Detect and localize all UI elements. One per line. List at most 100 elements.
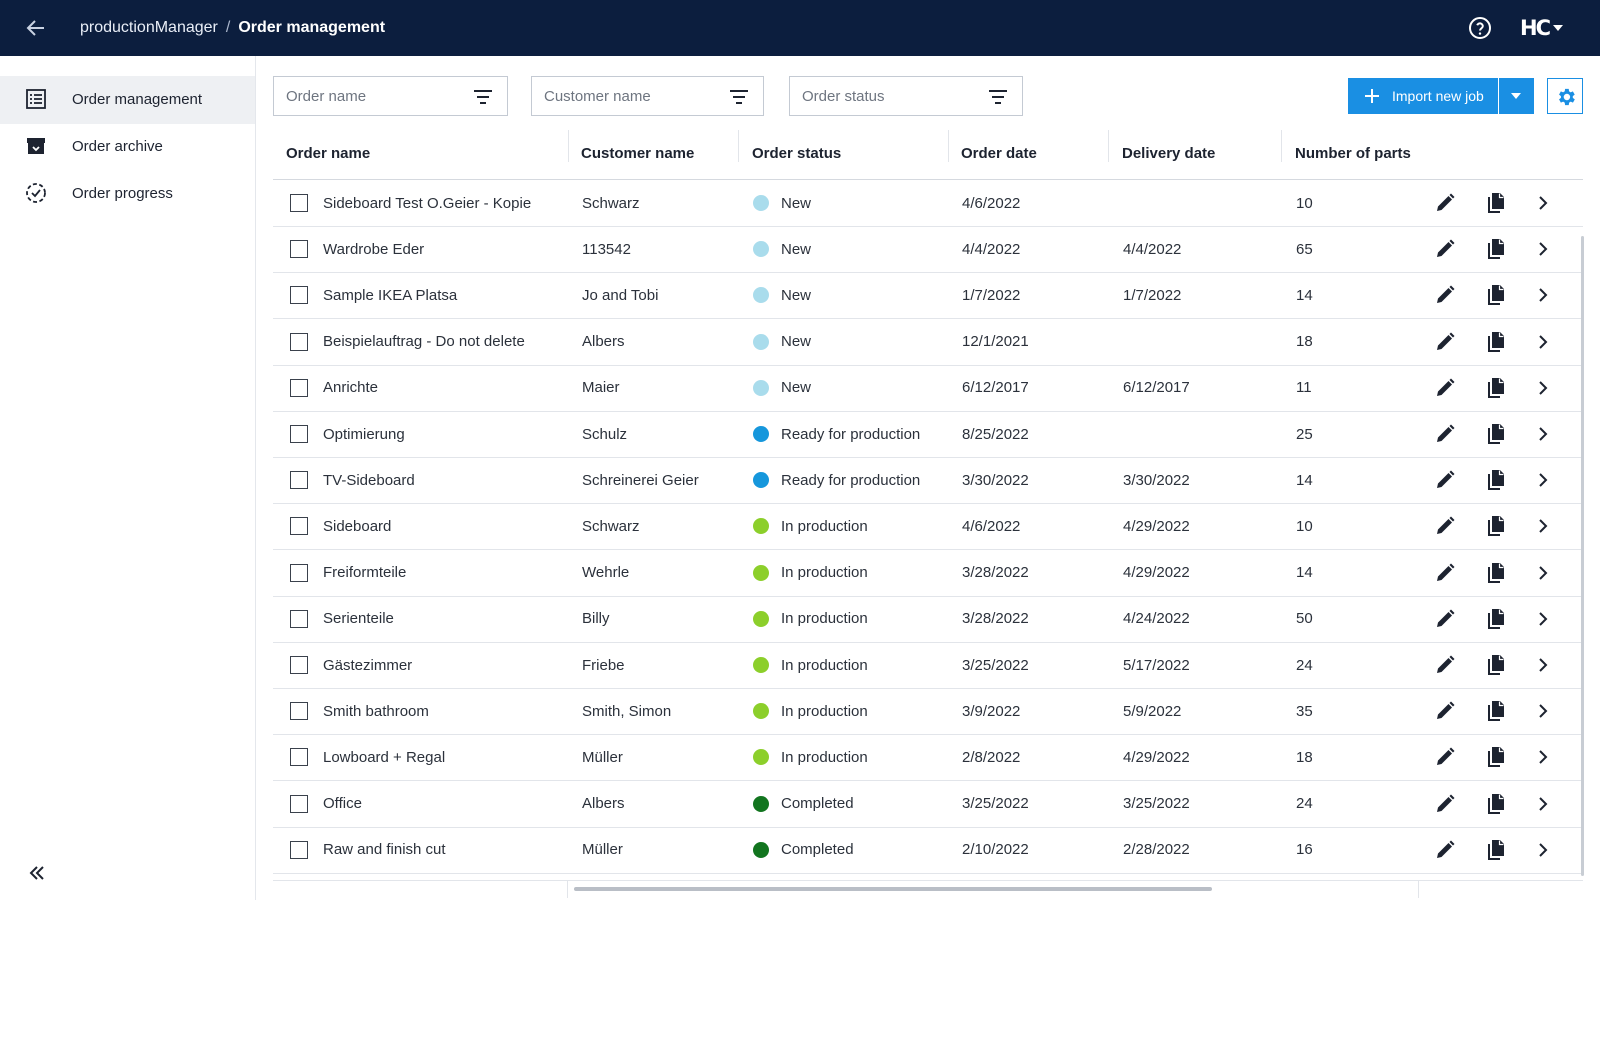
edit-pencil-icon[interactable] <box>1433 699 1457 723</box>
row-checkbox[interactable] <box>290 748 308 767</box>
edit-pencil-icon[interactable] <box>1433 330 1457 354</box>
collapse-sidebar-icon[interactable] <box>26 862 48 884</box>
chevron-right-icon[interactable] <box>1531 422 1555 446</box>
order-name-filter-input[interactable] <box>286 86 456 106</box>
edit-pencil-icon[interactable] <box>1433 792 1457 816</box>
table-row[interactable]: Wardrobe Eder 113542 New 4/4/2022 4/4/2022 65 <box>273 226 1583 274</box>
table-settings-button[interactable] <box>1547 78 1583 114</box>
chevron-right-icon[interactable] <box>1531 792 1555 816</box>
edit-pencil-icon[interactable] <box>1433 745 1457 769</box>
back-arrow-icon[interactable] <box>24 16 48 40</box>
chevron-right-icon[interactable] <box>1531 514 1555 538</box>
copy-icon[interactable] <box>1483 699 1507 723</box>
copy-icon[interactable] <box>1483 191 1507 215</box>
edit-pencil-icon[interactable] <box>1433 653 1457 677</box>
chevron-right-icon[interactable] <box>1531 237 1555 261</box>
table-row[interactable]: Sideboard Test O.Geier - Kopie Schwarz New… <box>273 180 1583 227</box>
copy-icon[interactable] <box>1483 838 1507 862</box>
chevron-right-icon[interactable] <box>1531 699 1555 723</box>
row-checkbox[interactable] <box>290 425 308 443</box>
row-checkbox[interactable] <box>290 794 308 813</box>
chevron-right-icon[interactable] <box>1531 376 1555 400</box>
chevron-right-icon[interactable] <box>1531 191 1555 215</box>
table-row[interactable]: Serienteile Billy In production 3/28/2022 4/… <box>273 596 1583 643</box>
copy-icon[interactable] <box>1483 514 1507 538</box>
chevron-right-icon[interactable] <box>1531 838 1555 862</box>
filter-icon[interactable] <box>729 87 749 107</box>
breadcrumb-app-link[interactable]: productionManager <box>80 19 218 36</box>
chevron-right-icon[interactable] <box>1531 653 1555 677</box>
table-row[interactable]: Freiformteile Wehrle In production 3/28/202… <box>273 550 1583 597</box>
row-checkbox[interactable] <box>290 563 308 582</box>
copy-icon[interactable] <box>1483 283 1507 307</box>
vertical-scrollbar[interactable] <box>1581 236 1584 876</box>
row-checkbox[interactable] <box>290 656 308 674</box>
edit-pencil-icon[interactable] <box>1433 376 1457 400</box>
table-row[interactable]: Lowboard + Regal Müller In production 2/8/2… <box>273 734 1583 782</box>
row-checkbox[interactable] <box>290 840 308 859</box>
copy-icon[interactable] <box>1483 745 1507 769</box>
copy-icon[interactable] <box>1483 422 1507 446</box>
row-checkbox[interactable] <box>290 702 308 721</box>
chevron-right-icon[interactable] <box>1531 468 1555 492</box>
help-icon[interactable] <box>1468 16 1492 40</box>
order-name-filter[interactable] <box>273 76 508 116</box>
brand-menu[interactable]: HC <box>1520 16 1563 40</box>
filter-icon[interactable] <box>473 87 493 107</box>
copy-icon[interactable] <box>1483 376 1507 400</box>
row-checkbox[interactable] <box>290 240 308 259</box>
edit-pencil-icon[interactable] <box>1433 838 1457 862</box>
column-header-order-name[interactable]: Order name <box>286 142 370 166</box>
edit-pencil-icon[interactable] <box>1433 237 1457 261</box>
sidebar-item-order-archive[interactable]: Order archive <box>0 123 255 171</box>
table-row[interactable]: Sideboard Schwarz In production 4/6/2022 4/2… <box>273 503 1583 551</box>
table-row[interactable]: TV-Sideboard Schreinerei Geier Ready for p… <box>273 457 1583 505</box>
chevron-right-icon[interactable] <box>1531 745 1555 769</box>
order-status-filter[interactable] <box>789 76 1023 116</box>
copy-icon[interactable] <box>1483 330 1507 354</box>
table-row[interactable]: Smith bathroom Smith, Simon In production 3… <box>273 688 1583 736</box>
table-row[interactable]: Raw and finish cut Müller Completed 2/10/20… <box>273 827 1583 874</box>
row-checkbox[interactable] <box>290 471 308 490</box>
edit-pencil-icon[interactable] <box>1433 561 1457 585</box>
copy-icon[interactable] <box>1483 468 1507 492</box>
chevron-right-icon[interactable] <box>1531 283 1555 307</box>
horizontal-scrollbar[interactable] <box>574 887 1212 891</box>
row-checkbox[interactable] <box>290 609 308 628</box>
table-row[interactable]: Anrichte Maier New 6/12/2017 6/12/2017 11 <box>273 365 1583 412</box>
column-header-delivery-date[interactable]: Delivery date <box>1122 142 1215 166</box>
edit-pencil-icon[interactable] <box>1433 468 1457 492</box>
copy-icon[interactable] <box>1483 237 1507 261</box>
chevron-right-icon[interactable] <box>1531 330 1555 354</box>
copy-icon[interactable] <box>1483 561 1507 585</box>
filter-icon[interactable] <box>988 87 1008 107</box>
column-header-order-status[interactable]: Order status <box>752 142 841 166</box>
table-row[interactable]: Optimierung Schulz Ready for production 8/2… <box>273 411 1583 458</box>
customer-name-filter-input[interactable] <box>544 86 714 106</box>
edit-pencil-icon[interactable] <box>1433 514 1457 538</box>
copy-icon[interactable] <box>1483 653 1507 677</box>
chevron-right-icon[interactable] <box>1531 561 1555 585</box>
customer-name-filter[interactable] <box>531 76 764 116</box>
row-checkbox[interactable] <box>290 378 308 397</box>
table-row[interactable]: Beispielauftrag - Do not delete Albers New… <box>273 319 1583 366</box>
column-header-customer-name[interactable]: Customer name <box>581 142 694 166</box>
row-checkbox[interactable] <box>290 332 308 351</box>
chevron-right-icon[interactable] <box>1531 607 1555 631</box>
edit-pencil-icon[interactable] <box>1433 607 1457 631</box>
row-checkbox[interactable] <box>290 286 308 305</box>
edit-pencil-icon[interactable] <box>1433 283 1457 307</box>
row-checkbox[interactable] <box>290 194 308 212</box>
table-row[interactable]: Sample IKEA Platsa Jo and Tobi New 1/7/2022… <box>273 272 1583 320</box>
row-checkbox[interactable] <box>290 517 308 536</box>
column-header-order-date[interactable]: Order date <box>961 142 1037 166</box>
import-options-dropdown[interactable] <box>1499 78 1534 114</box>
edit-pencil-icon[interactable] <box>1433 191 1457 215</box>
table-row[interactable]: Office Albers Completed 3/25/2022 3/25/2022 2… <box>273 781 1583 828</box>
order-status-filter-input[interactable] <box>802 86 972 106</box>
copy-icon[interactable] <box>1483 792 1507 816</box>
import-new-job-button[interactable]: Import new job <box>1348 78 1498 114</box>
sidebar-item-order-management[interactable]: Order management <box>0 76 255 124</box>
table-row[interactable]: Gästezimmer Friebe In production 3/25/2022 5… <box>273 642 1583 689</box>
column-header-number-of-parts[interactable]: Number of parts <box>1295 142 1411 166</box>
